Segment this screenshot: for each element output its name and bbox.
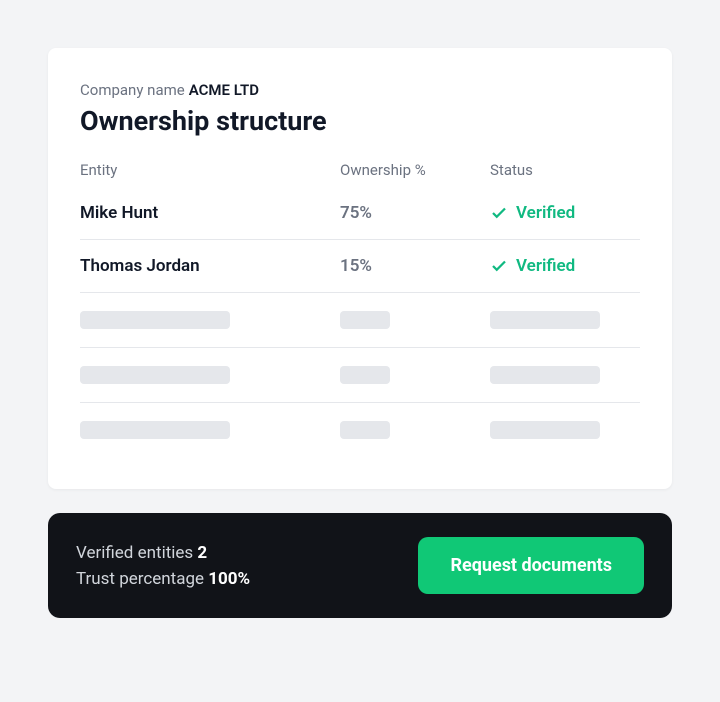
skeleton-entity [80,421,230,439]
page-title: Ownership structure [80,105,640,137]
ownership-table: Entity Ownership % Status Mike Hunt 75% … [80,161,640,457]
skeleton-ownership [340,421,390,439]
ownership-card: Company name ACME LTD Ownership structur… [48,48,672,489]
footer-bar: Verified entities 2 Trust percentage 100… [48,513,672,618]
verified-label: Verified entities [76,543,193,563]
ownership-value: 15% [340,256,490,276]
header-status: Status [490,161,640,179]
skeleton-status [490,421,600,439]
skeleton-row [80,293,640,348]
header-entity: Entity [80,161,340,179]
table-row: Mike Hunt 75% Verified [80,187,640,240]
status-label: Verified [516,203,575,223]
check-icon [490,257,508,275]
trust-value: 100% [208,569,250,589]
entity-name: Thomas Jordan [80,256,340,276]
table-row: Thomas Jordan 15% Verified [80,240,640,293]
skeleton-entity [80,311,230,329]
skeleton-status [490,366,600,384]
status-badge: Verified [490,256,640,276]
trust-percentage-stat: Trust percentage 100% [76,569,250,589]
skeleton-ownership [340,366,390,384]
skeleton-ownership [340,311,390,329]
ownership-value: 75% [340,203,490,223]
check-icon [490,204,508,222]
company-label: Company name [80,81,185,99]
entity-name: Mike Hunt [80,203,340,223]
status-badge: Verified [490,203,640,223]
company-name: ACME LTD [189,81,259,99]
skeleton-entity [80,366,230,384]
trust-label: Trust percentage [76,569,204,589]
header-ownership: Ownership % [340,161,490,179]
verified-entities-stat: Verified entities 2 [76,543,250,563]
footer-stats: Verified entities 2 Trust percentage 100… [76,543,250,589]
main-container: Company name ACME LTD Ownership structur… [24,24,696,678]
skeleton-row [80,348,640,403]
request-documents-button[interactable]: Request documents [418,537,644,594]
skeleton-status [490,311,600,329]
table-header: Entity Ownership % Status [80,161,640,187]
status-label: Verified [516,256,575,276]
company-row: Company name ACME LTD [80,80,640,99]
verified-count: 2 [197,543,207,563]
skeleton-row [80,403,640,457]
